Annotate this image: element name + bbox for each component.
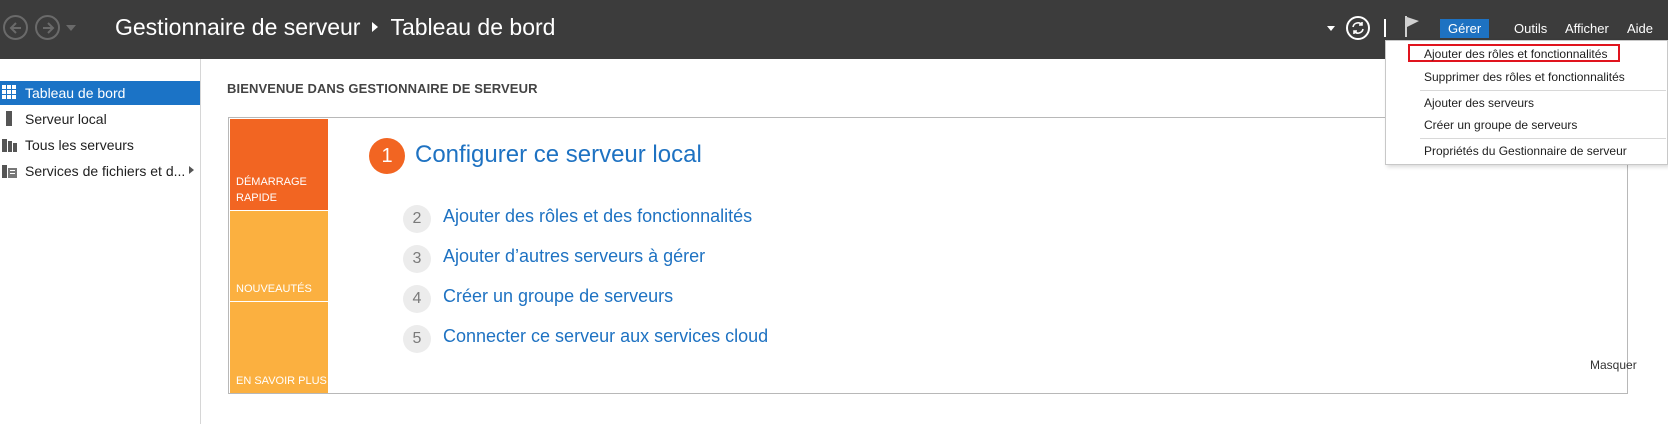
- add-roles-link[interactable]: Ajouter des rôles et des fonctionnalités: [443, 206, 752, 227]
- arrow-left-icon: [9, 21, 21, 34]
- server-icon: [6, 111, 12, 126]
- step-number-badge: 3: [403, 245, 431, 273]
- menu-divider: [1420, 90, 1666, 91]
- servers-icon: [2, 139, 17, 152]
- sidebar-item-label: Tableau de bord: [25, 85, 126, 101]
- expand-arrow-icon[interactable]: [189, 166, 194, 174]
- file-services-icon: [2, 165, 17, 178]
- app-title: Gestionnaire de serveur: [115, 14, 361, 40]
- menu-afficher[interactable]: Afficher: [1557, 19, 1617, 38]
- connect-cloud-link[interactable]: Connecter ce serveur aux services cloud: [443, 326, 768, 347]
- configure-local-server-link[interactable]: Configurer ce serveur local: [415, 141, 702, 169]
- menu-aide[interactable]: Aide: [1619, 19, 1661, 38]
- sidebar-item-all-servers[interactable]: Tous les serveurs: [0, 133, 200, 157]
- sidebar-item-label: Services de fichiers et d...: [25, 163, 186, 179]
- arrow-right-icon: [42, 21, 54, 34]
- sidebar-item-file-services[interactable]: Services de fichiers et d...: [0, 159, 200, 183]
- dashboard-icon: [2, 85, 16, 99]
- menu-add-servers[interactable]: Ajouter des serveurs: [1386, 95, 1667, 113]
- menu-divider: [1420, 138, 1666, 139]
- breadcrumb: Gestionnaire de serveur Tableau de bord: [115, 14, 555, 41]
- step-number-badge: 2: [403, 205, 431, 233]
- forward-button[interactable]: [35, 15, 60, 40]
- back-button[interactable]: [3, 15, 28, 40]
- sidebar-item-dashboard[interactable]: Tableau de bord: [0, 81, 200, 105]
- flag-icon: [1405, 16, 1419, 37]
- refresh-icon: [1352, 22, 1364, 34]
- create-server-group-link[interactable]: Créer un groupe de serveurs: [443, 286, 673, 307]
- step-number-badge: 5: [403, 325, 431, 353]
- add-servers-link[interactable]: Ajouter d’autres serveurs à gérer: [443, 246, 705, 267]
- menu-server-manager-properties[interactable]: Propriétés du Gestionnaire de serveur: [1386, 143, 1667, 161]
- flag-notifications-button[interactable]: [1403, 14, 1423, 43]
- sidebar-item-local-server[interactable]: Serveur local: [0, 107, 200, 131]
- toolbar-divider: [1384, 19, 1386, 37]
- step-number-badge: 1: [369, 138, 405, 174]
- manage-dropdown-menu: Ajouter des rôles et fonctionnalités Sup…: [1385, 40, 1668, 165]
- history-dropdown-icon[interactable]: [66, 25, 76, 31]
- sidebar-item-label: Serveur local: [25, 111, 107, 127]
- step-number-badge: 4: [403, 285, 431, 313]
- tile-quick-start[interactable]: DÉMARRAGE RAPIDE: [230, 119, 328, 210]
- tile-label: NOUVEAUTÉS: [236, 283, 312, 295]
- tile-label: DÉMARRAGE RAPIDE: [236, 176, 307, 204]
- menu-create-server-group[interactable]: Créer un groupe de serveurs: [1386, 117, 1667, 135]
- menu-gerer[interactable]: Gérer: [1440, 19, 1490, 38]
- tile-learn-more[interactable]: EN SAVOIR PLUS: [230, 302, 328, 393]
- welcome-heading: BIENVENUE DANS GESTIONNAIRE DE SERVEUR: [227, 81, 538, 96]
- menu-add-roles-features[interactable]: Ajouter des rôles et fonctionnalités: [1408, 44, 1620, 62]
- menu-remove-roles-features[interactable]: Supprimer des rôles et fonctionnalités: [1386, 69, 1667, 87]
- hide-link[interactable]: Masquer: [1590, 358, 1637, 372]
- notifications-dropdown-icon[interactable]: [1327, 26, 1335, 31]
- navigation-pane: Tableau de bord Serveur local Tous les s…: [0, 59, 201, 424]
- menu-outils[interactable]: Outils: [1506, 19, 1555, 38]
- tile-label: EN SAVOIR PLUS: [236, 375, 327, 387]
- refresh-button[interactable]: [1346, 16, 1370, 40]
- sidebar-item-label: Tous les serveurs: [25, 137, 134, 153]
- breadcrumb-separator-icon: [372, 22, 379, 33]
- page-title: Tableau de bord: [390, 14, 556, 40]
- tile-whats-new[interactable]: NOUVEAUTÉS: [230, 211, 328, 301]
